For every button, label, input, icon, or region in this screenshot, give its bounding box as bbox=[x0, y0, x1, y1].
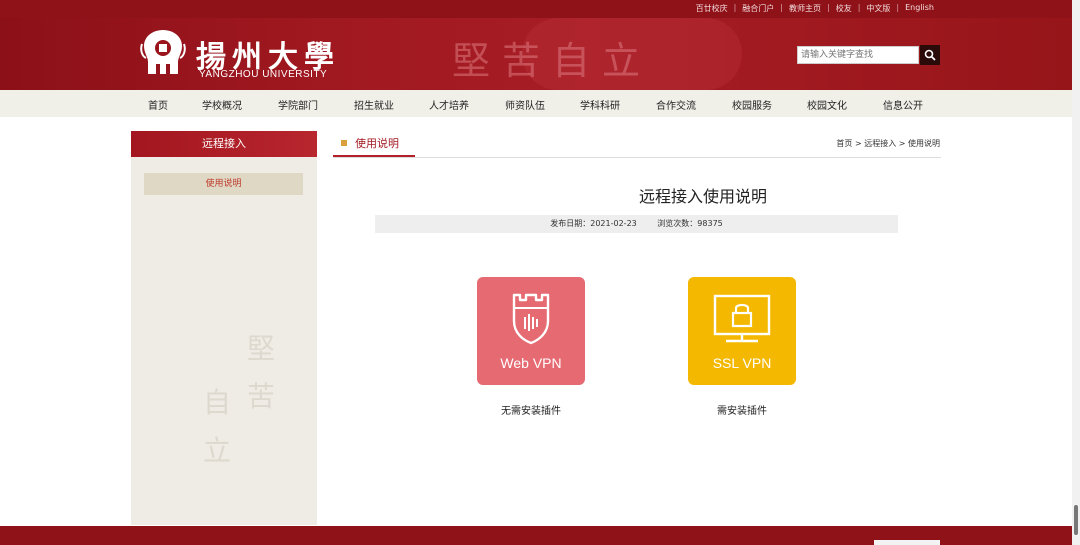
nav-item-research[interactable]: 学科科研 bbox=[580, 97, 620, 112]
page: 百廿校庆 | 融合门户 | 教师主页 | 校友 | 中文版 | English 揚州大學 … bbox=[0, 0, 1080, 545]
nav-item-services[interactable]: 校园服务 bbox=[732, 97, 772, 112]
sidebar-item-usage-guide[interactable]: 使用说明 bbox=[144, 173, 303, 195]
search-button[interactable] bbox=[920, 45, 940, 65]
nav-item-disclosure[interactable]: 信息公开 bbox=[883, 97, 923, 112]
castle-shield-icon bbox=[512, 293, 550, 345]
university-emblem-icon[interactable] bbox=[138, 26, 188, 78]
nav-item-culture[interactable]: 校园文化 bbox=[807, 97, 847, 112]
tab-marker-icon bbox=[341, 140, 347, 146]
top-bar: 百廿校庆 | 融合门户 | 教师主页 | 校友 | 中文版 | English bbox=[0, 0, 1072, 18]
webvpn-label: Web VPN bbox=[500, 355, 562, 371]
scrollbar[interactable] bbox=[1072, 0, 1080, 545]
breadcrumb-separator: > bbox=[854, 139, 862, 148]
footer-badge[interactable] bbox=[874, 540, 940, 545]
breadcrumb-remote-access[interactable]: 远程接入 bbox=[864, 139, 896, 148]
sslvpn-label: SSL VPN bbox=[712, 355, 772, 371]
view-count-label: 浏览次数： bbox=[657, 219, 698, 228]
top-link-english[interactable]: English bbox=[899, 3, 940, 14]
nav-item-faculty[interactable]: 师资队伍 bbox=[505, 97, 545, 112]
nav-item-departments[interactable]: 学院部门 bbox=[278, 97, 318, 112]
header-motto: 堅苦自立 bbox=[452, 39, 653, 83]
nav-item-home[interactable]: 首页 bbox=[148, 97, 168, 112]
top-link-chinese[interactable]: 中文版 bbox=[860, 3, 896, 14]
sidebar-motto-char-2: 苦 bbox=[247, 380, 276, 413]
university-name-en[interactable]: YANGZHOU UNIVERSITY bbox=[199, 69, 327, 80]
breadcrumb: 首页 > 远程接入 > 使用说明 bbox=[836, 138, 940, 149]
top-link-anniversary[interactable]: 百廿校庆 bbox=[690, 3, 734, 14]
top-link-alumni[interactable]: 校友 bbox=[830, 3, 858, 14]
monitor-lock-icon bbox=[713, 294, 771, 343]
view-count: 浏览次数：98375 bbox=[657, 219, 722, 228]
top-link-faculty[interactable]: 教师主页 bbox=[783, 3, 827, 14]
nav-item-overview[interactable]: 学校概况 bbox=[202, 97, 242, 112]
sidebar-motto-char-3: 自 bbox=[203, 386, 232, 419]
section-divider bbox=[333, 157, 941, 158]
section-tab: 使用说明 bbox=[333, 131, 415, 157]
sidebar-title: 远程接入 bbox=[131, 131, 317, 157]
view-count-value: 98375 bbox=[697, 219, 723, 228]
webvpn-caption: 无需安装插件 bbox=[501, 406, 561, 417]
breadcrumb-current[interactable]: 使用说明 bbox=[908, 139, 940, 148]
top-link-portal[interactable]: 融合门户 bbox=[736, 3, 780, 14]
publish-date-label: 发布日期： bbox=[550, 219, 591, 228]
scrollbar-thumb[interactable] bbox=[1074, 505, 1078, 535]
webvpn-card[interactable]: Web VPN bbox=[477, 277, 585, 385]
breadcrumb-separator: > bbox=[898, 139, 906, 148]
nav-item-education[interactable]: 人才培养 bbox=[429, 97, 469, 112]
nav-item-admissions[interactable]: 招生就业 bbox=[354, 97, 394, 112]
top-links: 百廿校庆 | 融合门户 | 教师主页 | 校友 | 中文版 | English bbox=[690, 3, 940, 14]
main-nav: 首页 学校概况 学院部门 招生就业 人才培养 师资队伍 学科科研 合作交流 校园… bbox=[0, 90, 1072, 117]
sslvpn-caption: 需安装插件 bbox=[717, 406, 767, 417]
publish-date-value: 2021-02-23 bbox=[590, 219, 637, 228]
publish-date: 发布日期：2021-02-23 bbox=[550, 219, 637, 228]
sidebar: 远程接入 使用说明 堅 苦 自 立 bbox=[131, 131, 317, 525]
sidebar-motto-char-1: 堅 bbox=[247, 332, 276, 365]
search-icon bbox=[924, 49, 936, 61]
article-meta: 发布日期：2021-02-23 浏览次数：98375 bbox=[375, 215, 898, 233]
section-tab-title: 使用说明 bbox=[355, 137, 399, 150]
header: 揚州大學 YANGZHOU UNIVERSITY 堅苦自立 bbox=[0, 18, 1072, 90]
sidebar-motto-char-4: 立 bbox=[203, 434, 232, 467]
sslvpn-card[interactable]: SSL VPN bbox=[688, 277, 796, 385]
search-input[interactable] bbox=[797, 46, 919, 64]
nav-item-cooperation[interactable]: 合作交流 bbox=[656, 97, 696, 112]
article-title: 远程接入使用说明 bbox=[638, 187, 767, 206]
breadcrumb-home[interactable]: 首页 bbox=[836, 139, 852, 148]
